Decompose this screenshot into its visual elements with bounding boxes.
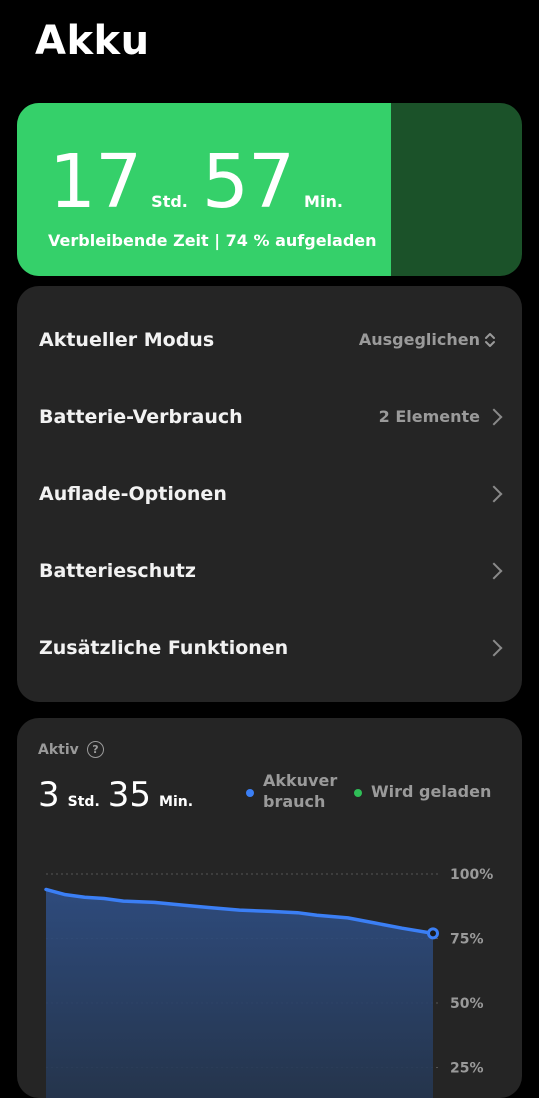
usage-card[interactable]: Aktiv ? 3 Std. 35 Min. Akkuver brauch Wi…: [17, 718, 522, 1098]
settings-row-value: 2 Elemente: [378, 407, 480, 426]
up-down-chevron-icon: [485, 332, 495, 347]
settings-row-battery-usage[interactable]: Batterie-Verbrauch 2 Elemente: [17, 378, 522, 455]
chevron-right-icon: [485, 408, 503, 425]
chevron-right-icon: [485, 562, 503, 579]
y-tick-label: 50%: [450, 996, 484, 1012]
settings-row-label: Zusätzliche Funktionen: [39, 636, 289, 659]
settings-row-label: Auflade-Optionen: [39, 482, 227, 505]
series-area: [46, 889, 433, 1098]
settings-list: Aktueller Modus Ausgeglichen Batterie-Ve…: [17, 286, 522, 702]
minutes-unit: Min.: [304, 192, 343, 211]
battery-status-card[interactable]: 17 Std. 57 Min. Verbleibende Zeit | 74 %…: [17, 103, 522, 276]
page-title: Akku: [35, 18, 150, 64]
settings-row-label: Batterie-Verbrauch: [39, 405, 243, 428]
y-tick-label: 75%: [450, 932, 484, 948]
current-level-point: [427, 927, 439, 940]
settings-row-value: Ausgeglichen: [358, 330, 480, 349]
settings-row-label: Batterieschutz: [39, 559, 196, 582]
settings-row-current-mode[interactable]: Aktueller Modus Ausgeglichen: [17, 301, 522, 378]
remaining-hours: 17: [49, 139, 142, 225]
settings-row-label: Aktueller Modus: [39, 328, 215, 351]
hours-unit: Std.: [151, 192, 188, 211]
chevron-right-icon: [485, 485, 503, 502]
settings-row-charging-options[interactable]: Auflade-Optionen: [17, 455, 522, 532]
chevron-right-icon: [485, 639, 503, 656]
battery-usage-chart: 100% 75% 50% 25%: [44, 867, 493, 1098]
remaining-time: 17 Std. 57 Min.: [49, 145, 357, 219]
settings-row-additional-features[interactable]: Zusätzliche Funktionen: [17, 609, 522, 686]
settings-row-battery-protection[interactable]: Batterieschutz: [17, 532, 522, 609]
remaining-minutes: 57: [201, 139, 295, 225]
y-tick-label: 100%: [450, 867, 493, 883]
y-tick-label: 25%: [450, 1061, 484, 1077]
battery-subtitle: Verbleibende Zeit | 74 % aufgeladen: [48, 231, 377, 250]
